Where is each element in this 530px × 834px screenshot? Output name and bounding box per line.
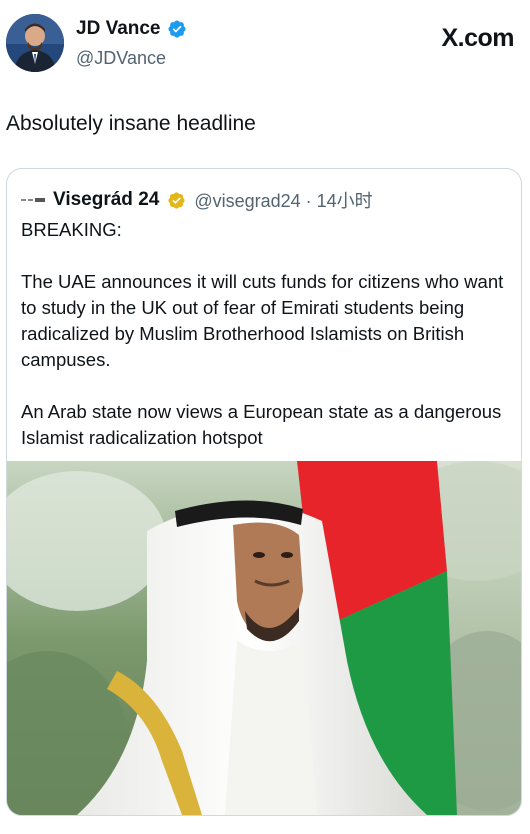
quoted-tweet-body: BREAKING: The UAE announces it will cuts… [21, 217, 517, 451]
quoted-handle-timestamp[interactable]: @visegrad24 · 14小时 [194, 187, 372, 213]
quoted-text-paragraph-2: An Arab state now views a European state… [21, 401, 502, 448]
source-label: X.com [441, 24, 514, 52]
quoted-tweet-image[interactable] [7, 461, 521, 815]
author-avatar[interactable] [6, 14, 64, 72]
quoted-tweet-card[interactable]: Visegrád 24 @visegrad24 · 14小时 BREAKING:… [6, 168, 522, 816]
quoted-text-breaking: BREAKING: [21, 219, 122, 240]
quoted-text-paragraph-1: The UAE announces it will cuts funds for… [21, 271, 504, 370]
gold-verified-badge-icon [168, 191, 185, 209]
quoted-tweet-header: Visegrád 24 @visegrad24 · 14小时 [21, 187, 373, 213]
tweet-header: JD Vance @JDVance X.com [0, 0, 530, 90]
author-name[interactable]: JD Vance [76, 18, 161, 40]
quoted-author-avatar[interactable] [21, 192, 45, 208]
author-handle[interactable]: @JDVance [76, 48, 166, 69]
tweet-text: Absolutely insane headline [6, 112, 256, 135]
quoted-author-name[interactable]: Visegrád 24 [53, 189, 159, 211]
verified-badge-icon [167, 20, 186, 38]
